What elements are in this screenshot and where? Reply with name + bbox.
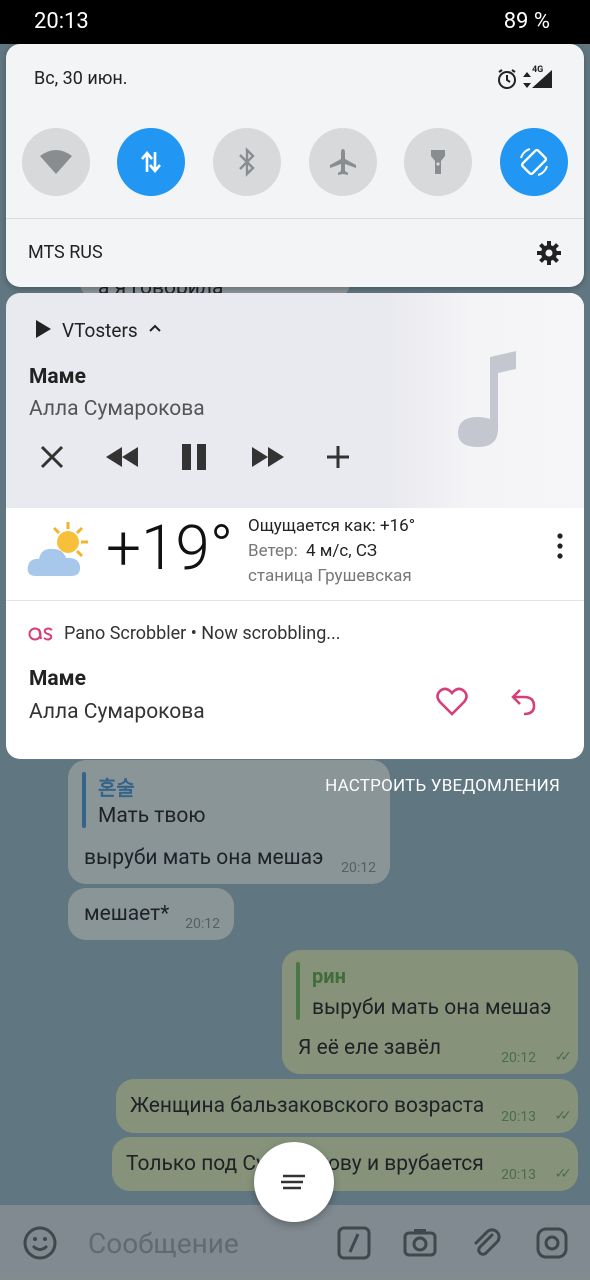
add-icon[interactable] — [320, 441, 356, 473]
data-arrows-icon — [523, 72, 531, 88]
album-art — [394, 293, 584, 508]
scrobbler-app-icon — [28, 627, 53, 641]
heart-icon[interactable] — [436, 687, 468, 717]
scrobbler-app-label: Pano Scrobbler — [64, 623, 187, 644]
status-time: 20:13 — [34, 9, 89, 34]
tile-airplane[interactable] — [309, 128, 377, 196]
scrobbler-notification[interactable]: Pano Scrobbler • Now scrobbling... Маме … — [6, 600, 584, 759]
tile-flashlight[interactable] — [404, 128, 472, 196]
chevron-up-icon[interactable] — [148, 323, 162, 333]
airplane-icon — [330, 149, 356, 175]
alarm-icon — [498, 69, 516, 89]
lines-icon — [281, 1174, 305, 1190]
music-note-icon — [458, 351, 516, 447]
scrobble-artist: Алла Сумарокова — [29, 700, 205, 724]
battery-level: 89 % — [503, 9, 550, 34]
pause-icon[interactable] — [176, 441, 212, 473]
status-bar: 20:13 89 % — [0, 0, 590, 44]
wind-value: 4 м/с, СЗ — [306, 541, 378, 561]
wind-label: Ветер: — [248, 541, 298, 561]
bluetooth-icon — [239, 147, 255, 177]
mobile-data-icon — [141, 150, 161, 174]
scrobbler-status: Now scrobbling... — [201, 623, 341, 644]
media-notification[interactable]: VTosters Маме Алла Сумарокова — [6, 293, 584, 508]
settings-gear-icon[interactable] — [536, 240, 562, 266]
play-app-icon — [36, 320, 51, 338]
date-label: Вс, 30 июн. — [34, 68, 128, 89]
partly-cloudy-icon — [27, 522, 88, 576]
temperature: +19° — [106, 512, 234, 585]
media-title: Маме — [29, 365, 86, 389]
rewind-icon[interactable] — [104, 441, 140, 473]
quick-settings-panel: Вс, 30 июн. 4G MTS RUS — [6, 44, 584, 287]
carrier-label: MTS RUS — [28, 242, 103, 263]
media-artist: Алла Сумарокова — [29, 397, 205, 421]
quick-tiles — [22, 128, 568, 196]
undo-icon[interactable] — [510, 687, 538, 717]
tile-auto-rotate[interactable] — [500, 128, 568, 196]
wifi-icon — [40, 150, 72, 174]
scroll-menu-button[interactable] — [254, 1142, 334, 1222]
weather-notification[interactable]: +19° Ощущается как: +16° Ветер: 4 м/с, С… — [6, 508, 584, 600]
divider — [6, 218, 584, 219]
signal-icon — [532, 70, 552, 88]
tile-bluetooth[interactable] — [213, 128, 281, 196]
location: станица Грушевская — [248, 566, 412, 586]
close-icon[interactable] — [34, 441, 70, 473]
notification-settings-button[interactable]: НАСТРОИТЬ УВЕДОМЛЕНИЯ — [325, 776, 560, 796]
tile-mobile-data[interactable] — [117, 128, 185, 196]
media-app-name: VTosters — [62, 319, 138, 342]
scrobbler-app-name: Pano Scrobbler • Now scrobbling... — [64, 623, 341, 644]
fast-forward-icon[interactable] — [250, 441, 286, 473]
flashlight-icon — [431, 150, 445, 174]
more-vert-icon[interactable] — [554, 532, 566, 560]
auto-rotate-icon — [520, 148, 548, 176]
feels-like: Ощущается как: +16° — [248, 516, 416, 536]
separator-dot: • — [190, 623, 202, 644]
scrobble-title: Маме — [29, 667, 86, 691]
tile-wifi[interactable] — [22, 128, 90, 196]
